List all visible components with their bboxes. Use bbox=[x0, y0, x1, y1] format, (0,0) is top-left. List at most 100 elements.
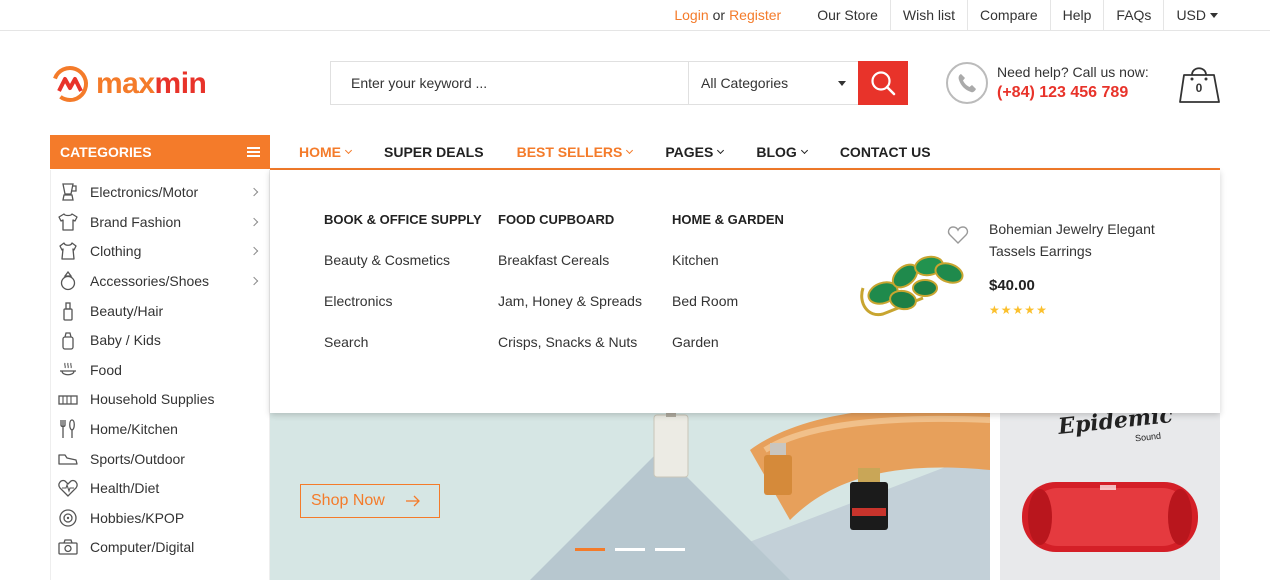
sidebar-item-brand-fashion[interactable]: Brand Fashion bbox=[51, 207, 269, 237]
nav-best-sellers-label: BEST SELLERS bbox=[516, 144, 623, 160]
baby-clothes-icon bbox=[58, 241, 78, 261]
product-name-link[interactable]: Bohemian Jewelry Elegant Tassels Earring… bbox=[989, 218, 1189, 262]
shop-now-label: Shop Now bbox=[311, 492, 385, 509]
chevron-down-icon bbox=[344, 146, 353, 155]
help-link[interactable]: Help bbox=[1049, 0, 1104, 30]
sidebar-item-computer-digital[interactable]: Computer/Digital bbox=[51, 532, 269, 562]
wish-list-link[interactable]: Wish list bbox=[889, 0, 967, 30]
mega-link-search[interactable]: Search bbox=[324, 334, 368, 350]
food-tray-icon bbox=[58, 360, 78, 380]
product-image[interactable] bbox=[853, 238, 968, 328]
search-input[interactable] bbox=[331, 62, 688, 104]
login-link[interactable]: Login bbox=[674, 7, 708, 23]
mega-link-kitchen[interactable]: Kitchen bbox=[672, 252, 719, 268]
sidebar-item-food[interactable]: Food bbox=[51, 355, 269, 385]
blender-icon bbox=[58, 182, 78, 202]
cart-button[interactable]: 0 bbox=[1178, 62, 1222, 104]
sidebar-item-label: Beauty/Hair bbox=[90, 303, 164, 319]
help-contact: Need help? Call us now: (+84) 123 456 78… bbox=[946, 62, 1149, 104]
product-name-line-1: Bohemian Jewelry Elegant bbox=[989, 221, 1155, 237]
shop-now-button[interactable]: Shop Now bbox=[300, 484, 440, 518]
account-links: Login or Register bbox=[662, 0, 805, 30]
product-price: $40.00 bbox=[989, 277, 1035, 294]
product-rating: ★ ★ ★ ★ ★ bbox=[989, 303, 1048, 317]
categories-header-label: CATEGORIES bbox=[60, 144, 152, 160]
hero-banner[interactable]: Shop Now bbox=[270, 410, 990, 580]
side-banner[interactable]: Epidemic Sound bbox=[1000, 410, 1220, 580]
sidebar-item-label: Health/Diet bbox=[90, 480, 160, 496]
speaker-image bbox=[1022, 482, 1198, 552]
sidebar-item-health-diet[interactable]: Health/Diet bbox=[51, 473, 269, 503]
sidebar-item-label: Accessories/Shoes bbox=[90, 273, 210, 289]
nav-best-sellers[interactable]: BEST SELLERS bbox=[516, 144, 634, 160]
slider-dot[interactable] bbox=[615, 548, 645, 551]
currency-select[interactable]: USD bbox=[1163, 0, 1220, 30]
sidebar-item-label: Baby / Kids bbox=[90, 332, 161, 348]
nav-home-label: HOME bbox=[299, 144, 341, 160]
star-icon: ★ bbox=[1012, 303, 1024, 317]
caret-down-icon bbox=[838, 80, 846, 86]
sidebar-item-home-kitchen[interactable]: Home/Kitchen bbox=[51, 414, 269, 444]
categories-sidebar: Electronics/Motor Brand Fashion Clothing… bbox=[50, 170, 270, 580]
faqs-link[interactable]: FAQs bbox=[1103, 0, 1163, 30]
sidebar-item-clothing[interactable]: Clothing bbox=[51, 236, 269, 266]
nav-pages[interactable]: PAGES bbox=[665, 144, 725, 160]
mega-column-home-garden: HOME & GARDEN bbox=[672, 212, 784, 227]
nav-blog[interactable]: BLOG bbox=[756, 144, 808, 160]
mega-link-beauty-cosmetics[interactable]: Beauty & Cosmetics bbox=[324, 252, 450, 268]
sidebar-item-hobbies-kpop[interactable]: Hobbies/KPOP bbox=[51, 503, 269, 533]
mega-link-crisps-snacks-nuts[interactable]: Crisps, Snacks & Nuts bbox=[498, 334, 637, 350]
sidebar-item-beauty-hair[interactable]: Beauty/Hair bbox=[51, 296, 269, 326]
mega-link-garden[interactable]: Garden bbox=[672, 334, 719, 350]
chevron-down-icon bbox=[626, 146, 634, 155]
wishlist-heart-icon[interactable] bbox=[947, 225, 969, 245]
perfume-bottle-icon bbox=[58, 301, 78, 321]
logo[interactable]: maxmin bbox=[50, 64, 207, 104]
search-icon bbox=[871, 71, 896, 96]
mega-link-electronics[interactable]: Electronics bbox=[324, 293, 392, 309]
sidebar-item-label: Clothing bbox=[90, 243, 142, 259]
sidebar-item-label: Home/Kitchen bbox=[90, 421, 178, 437]
mega-link-bed-room[interactable]: Bed Room bbox=[672, 293, 738, 309]
top-bar: Login or Register Our Store Wish list Co… bbox=[0, 0, 1270, 31]
sidebar-item-label: Computer/Digital bbox=[90, 539, 195, 555]
mega-column-food-cupboard: FOOD CUPBOARD bbox=[498, 212, 614, 227]
mega-link-jam-honey-spreads[interactable]: Jam, Honey & Spreads bbox=[498, 293, 642, 309]
mega-column-title: BOOK & OFFICE SUPPLY bbox=[324, 212, 482, 227]
sidebar-item-label: Household Supplies bbox=[90, 391, 215, 407]
sidebar-item-household-supplies[interactable]: Household Supplies bbox=[51, 384, 269, 414]
logo-text-min: min bbox=[154, 67, 207, 100]
search-button[interactable] bbox=[858, 61, 908, 105]
sidebar-item-accessories-shoes[interactable]: Accessories/Shoes bbox=[51, 266, 269, 296]
category-select[interactable]: All Categories bbox=[688, 62, 858, 104]
mega-menu: BOOK & OFFICE SUPPLY Beauty & Cosmetics … bbox=[270, 170, 1220, 413]
slider-dot-active[interactable] bbox=[575, 548, 605, 551]
heart-pulse-icon bbox=[58, 478, 78, 498]
nav-contact-us[interactable]: CONTACT US bbox=[840, 144, 931, 160]
our-store-link[interactable]: Our Store bbox=[805, 0, 890, 30]
nav-super-deals[interactable]: SUPER DEALS bbox=[384, 144, 484, 160]
register-link[interactable]: Register bbox=[729, 7, 781, 23]
sidebar-item-electronics-motor[interactable]: Electronics/Motor bbox=[51, 177, 269, 207]
search-bar: All Categories bbox=[330, 61, 908, 105]
currency-value: USD bbox=[1176, 7, 1206, 23]
chevron-down-icon bbox=[800, 146, 808, 155]
slider-dot[interactable] bbox=[655, 548, 685, 551]
compare-link[interactable]: Compare bbox=[967, 0, 1050, 30]
sidebar-item-sports-outdoor[interactable]: Sports/Outdoor bbox=[51, 444, 269, 474]
mega-column-title: HOME & GARDEN bbox=[672, 212, 784, 227]
sidebar-item-label: Electronics/Motor bbox=[90, 184, 199, 200]
slider-pagination bbox=[575, 548, 695, 551]
sidebar-item-baby-kids[interactable]: Baby / Kids bbox=[51, 325, 269, 355]
baby-bottle-icon bbox=[58, 330, 78, 350]
radiator-icon bbox=[58, 389, 78, 409]
categories-toggle[interactable]: CATEGORIES bbox=[50, 135, 270, 169]
sidebar-item-label: Brand Fashion bbox=[90, 214, 182, 230]
help-phone[interactable]: (+84) 123 456 789 bbox=[997, 84, 1149, 102]
nav-home[interactable]: HOME bbox=[299, 144, 353, 160]
mega-link-breakfast-cereals[interactable]: Breakfast Cereals bbox=[498, 252, 609, 268]
chevron-down-icon bbox=[717, 146, 725, 155]
help-label: Need help? Call us now: bbox=[997, 64, 1149, 80]
chevron-right-icon bbox=[249, 217, 259, 227]
sidebar-item-label: Sports/Outdoor bbox=[90, 451, 185, 467]
